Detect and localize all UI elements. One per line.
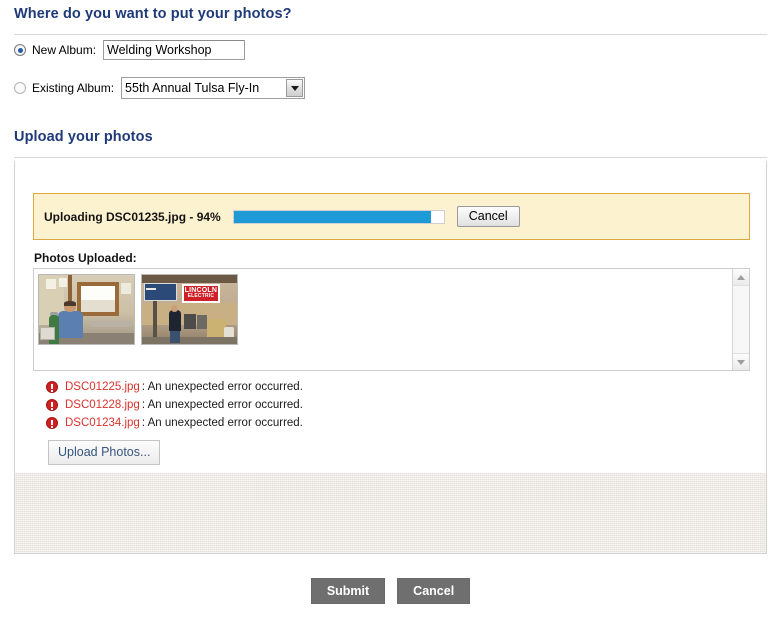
upload-error-list: DSC01225.jpg : An unexpected error occur… [46, 379, 303, 433]
upload-progress-label: Uploading DSC01235.jpg - 94% [44, 209, 221, 224]
upload-progress-bar [232, 209, 445, 224]
existing-album-label: Existing Album: [32, 81, 115, 95]
cancel-button[interactable]: Cancel [397, 578, 471, 604]
photos-uploaded-label: Photos Uploaded: [34, 251, 137, 265]
error-file-name: DSC01225.jpg [65, 381, 140, 393]
photos-scrollbar[interactable] [732, 269, 749, 370]
radio-new-album[interactable] [14, 44, 26, 56]
thumbnail-strip: LINCOLN ELECTRIC [34, 269, 732, 370]
new-album-label: New Album: [32, 43, 97, 57]
new-album-name-input[interactable] [103, 40, 246, 60]
title-divider [14, 34, 767, 35]
cancel-upload-button[interactable]: Cancel [456, 206, 520, 227]
upload-panel: Uploading DSC01235.jpg - 94% Cancel Phot… [14, 161, 767, 554]
error-message: : An unexpected error occurred. [141, 417, 303, 429]
submit-button[interactable]: Submit [310, 578, 386, 604]
thumbnail-sign-line2: ELECTRIC [187, 292, 215, 299]
upload-title-divider [14, 157, 767, 158]
existing-album-row[interactable]: Existing Album: 55th Annual Tulsa Fly-In [14, 77, 306, 99]
list-item: DSC01234.jpg : An unexpected error occur… [46, 415, 303, 431]
error-icon [46, 399, 58, 411]
photo-thumbnail[interactable] [38, 274, 135, 345]
scrollbar-track[interactable] [733, 286, 749, 353]
error-icon [46, 417, 58, 429]
scroll-up-icon[interactable] [733, 269, 749, 286]
panel-texture-area [15, 473, 766, 553]
upload-progress-notice: Uploading DSC01235.jpg - 94% Cancel [33, 193, 750, 240]
error-file-name: DSC01234.jpg [65, 417, 140, 429]
upload-section-title: Upload your photos [14, 129, 153, 145]
new-album-row[interactable]: New Album: [14, 40, 246, 60]
error-message: : An unexpected error occurred. [141, 381, 303, 393]
existing-album-selected-value: 55th Annual Tulsa Fly-In [125, 81, 260, 95]
chevron-down-icon[interactable] [286, 79, 304, 97]
error-file-name: DSC01228.jpg [65, 399, 140, 411]
upload-photos-button[interactable]: Upload Photos... [48, 440, 161, 465]
footer-actions: Submit Cancel [0, 578, 781, 604]
scroll-down-icon[interactable] [733, 353, 749, 370]
existing-album-select[interactable]: 55th Annual Tulsa Fly-In [121, 77, 306, 99]
photos-uploaded-box: LINCOLN ELECTRIC [33, 268, 750, 371]
photo-thumbnail[interactable]: LINCOLN ELECTRIC [141, 274, 238, 345]
list-item: DSC01228.jpg : An unexpected error occur… [46, 397, 303, 413]
radio-existing-album[interactable] [14, 82, 26, 94]
error-icon [46, 381, 58, 393]
page-title: Where do you want to put your photos? [14, 6, 292, 22]
upload-progress-fill [233, 210, 432, 223]
list-item: DSC01225.jpg : An unexpected error occur… [46, 379, 303, 395]
error-message: : An unexpected error occurred. [141, 399, 303, 411]
